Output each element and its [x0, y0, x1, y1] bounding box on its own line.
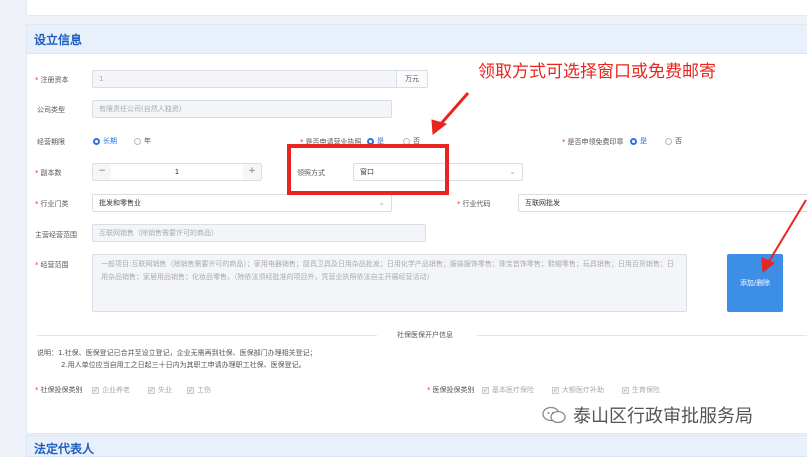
check-icon: ✓: [622, 386, 629, 394]
company-type-input[interactable]: 有限责任公司(自然人独资): [92, 100, 392, 118]
legal-rep-section-header: 法定代表人: [26, 435, 807, 457]
medical-checkbox-large[interactable]: ✓ 大额医疗补助: [552, 385, 604, 395]
chevron-down-icon: ⌄: [378, 198, 385, 207]
divider-right: [477, 335, 807, 336]
check-icon: ✓: [552, 386, 559, 394]
industry-code-input[interactable]: 互联网批发: [518, 194, 807, 212]
insurance-checkbox-injury[interactable]: ✓ 工伤: [187, 385, 211, 395]
capital-unit: 万元: [396, 71, 427, 87]
free-seal-label: * 是否申领免费印章: [562, 138, 624, 146]
radio-dot-checked: [93, 137, 100, 145]
pickup-highlight-box: [287, 144, 449, 195]
radio-dot: [665, 137, 672, 145]
insurance-checkbox-unemployment[interactable]: ✓ 失业: [148, 385, 172, 395]
social-divider-title: 社保医保开户信息: [397, 331, 453, 339]
industry-code-label: * 行业代码: [457, 200, 491, 208]
free-seal-yes-radio[interactable]: 是: [630, 136, 647, 146]
term-label: 经营期限: [37, 138, 65, 146]
radio-dot: [134, 137, 141, 145]
term-year-radio[interactable]: 年: [134, 136, 151, 146]
annotation-text: 领取方式可选择窗口或免费邮寄: [478, 62, 716, 82]
medical-label: * 医保投保类别: [427, 386, 475, 394]
check-icon: ✓: [92, 386, 99, 394]
copies-stepper[interactable]: − 1 +: [92, 163, 262, 181]
scope-label: * 经营范围: [35, 261, 69, 269]
social-note-line2: 2.用人单位应当自用工之日起三十日内为其职工申请办理职工社保、医保登记。: [61, 361, 306, 369]
social-note-line1: 说明：1.社保、医保登记已合并至设立登记，企业无需再到社保、医保部门办理相关登记…: [37, 349, 317, 357]
insurance-checkbox-pension[interactable]: ✓ 企业养老: [92, 385, 130, 395]
medical-checkbox-maternity[interactable]: ✓ 生育保险: [622, 385, 660, 395]
industry-value: 批发和零售业: [99, 199, 141, 207]
watermark: 泰山区行政审批服务局: [541, 402, 753, 428]
chevron-down-icon: ⌄: [509, 167, 516, 176]
insurance-label: * 社保投保类别: [35, 386, 83, 394]
registered-capital-input[interactable]: 1 万元: [92, 70, 428, 88]
medical-checkbox-basic[interactable]: ✓ 基本医疗保险: [482, 385, 534, 395]
main-scope-label: 主营经营范围: [35, 231, 77, 239]
copies-plus-button[interactable]: +: [243, 164, 261, 180]
industry-label: * 行业门类: [35, 200, 69, 208]
radio-dot-checked: [630, 137, 637, 145]
scope-textarea[interactable]: 一般项目:互联网销售（除销售需要许可的商品）；家用电器销售；厨具卫具及日用杂品批…: [92, 254, 687, 312]
copies-minus-button[interactable]: −: [93, 164, 111, 180]
legal-rep-title: 法定代表人: [34, 442, 95, 456]
copies-value: 1: [174, 168, 180, 176]
check-icon: ✓: [482, 386, 489, 394]
copies-label: * 副本数: [35, 169, 62, 177]
check-icon: ✓: [187, 386, 194, 394]
check-icon: ✓: [148, 386, 155, 394]
company-type-label: 公司类型: [37, 106, 65, 114]
watermark-text: 泰山区行政审批服务局: [573, 406, 753, 427]
section-title: 设立信息: [34, 33, 83, 47]
divider-left: [37, 335, 377, 336]
main-scope-input[interactable]: 互联网销售（除销售需要许可的商品）: [92, 224, 426, 242]
setup-info-card: 设立信息 * 注册资本 1 万元 公司类型 有限责任公司(自然人独资) 经营期限 …: [26, 24, 807, 434]
section-header: 设立信息: [27, 25, 807, 54]
industry-select[interactable]: 批发和零售业 ⌄: [92, 194, 392, 212]
free-seal-no-radio[interactable]: 否: [665, 136, 682, 146]
registered-capital-label: * 注册资本: [35, 76, 69, 84]
registered-capital-value: 1: [99, 75, 104, 83]
add-remove-button[interactable]: 添加/删除: [727, 254, 783, 312]
previous-section-card: [26, 0, 807, 16]
wechat-icon: [542, 406, 566, 424]
term-long-radio[interactable]: 长期: [93, 136, 117, 146]
